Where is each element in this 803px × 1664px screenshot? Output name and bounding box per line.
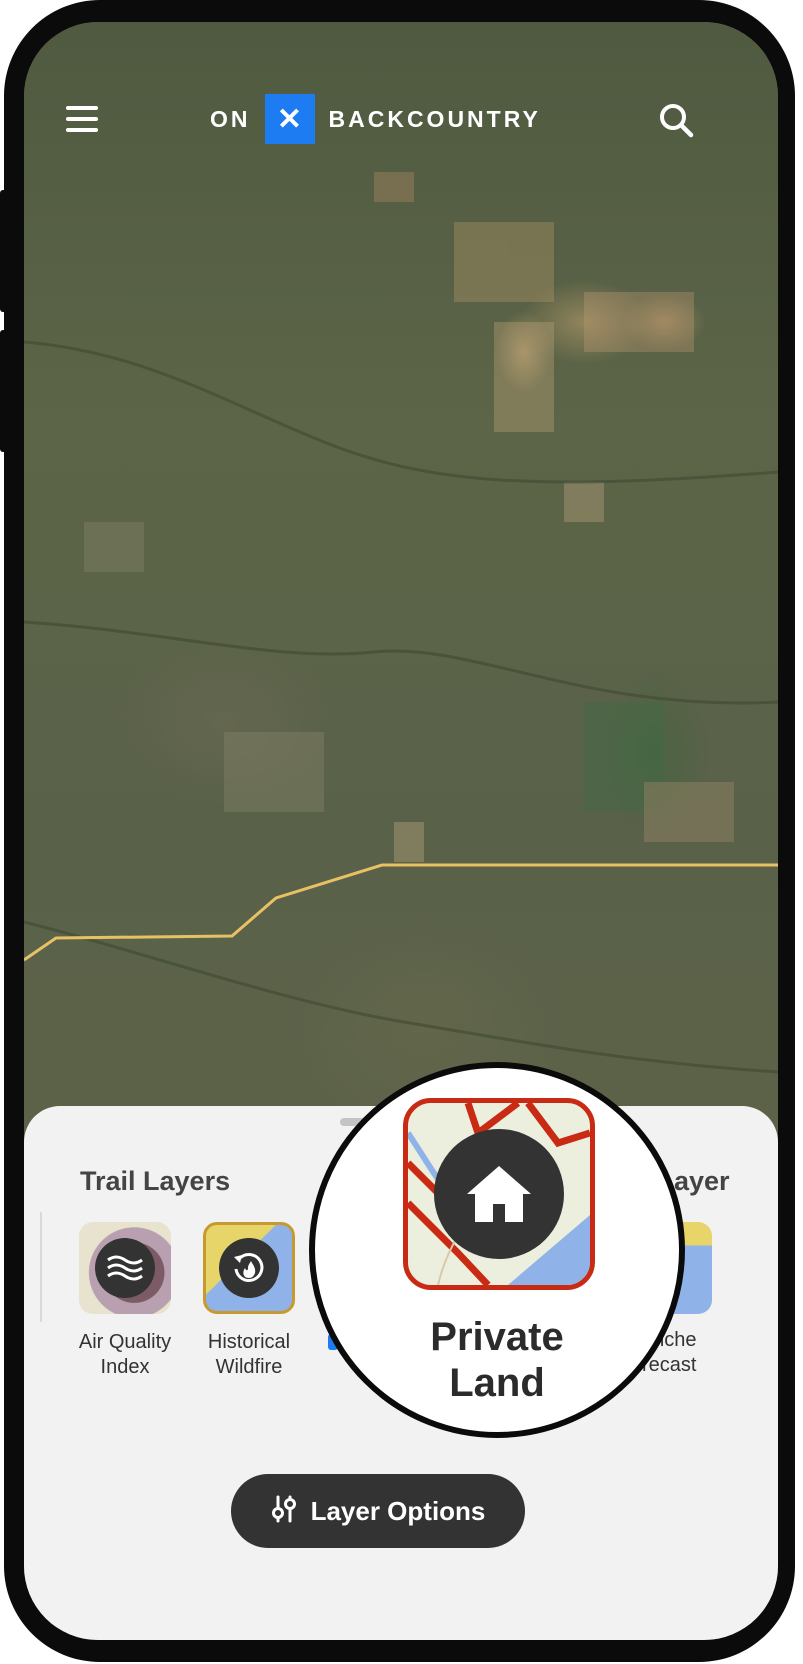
logo-text-on: ON [210,105,251,132]
section-title-trail-layers: Trail Layers [80,1166,231,1196]
home-icon [434,1129,564,1259]
field-patch [454,222,554,302]
section-divider [40,1212,42,1322]
drainage-line [24,340,778,484]
layer-thumbnail [79,1222,171,1314]
field-patch [374,172,414,202]
layer-label: Air Quality Index [78,1331,172,1378]
logo-text-backcountry: BACKCOUNTRY [328,105,541,132]
field-patch [564,482,604,522]
layer-air-quality-index[interactable]: Air Quality Index [55,1222,195,1380]
drainage-line [24,620,778,705]
sliders-icon [271,1495,297,1528]
onx-logo: ON ✕ BACKCOUNTRY [210,94,541,144]
trail-line [24,863,778,962]
field-patch [394,822,424,862]
section-title-partial: ayer [674,1166,730,1196]
hamburger-menu-icon[interactable] [66,106,98,132]
field-patch [494,322,554,432]
fire-history-icon [219,1238,279,1298]
private-land-label-text: Private Land [430,1315,564,1405]
waves-icon [95,1238,155,1298]
layer-thumbnail [203,1222,295,1314]
layer-label: Historical Wildfire [207,1331,291,1378]
logo-x-mark: ✕ [264,94,315,144]
layer-options-label: Layer Options [310,1495,486,1526]
field-patch [224,732,324,812]
side-button-left-2 [0,330,8,452]
layer-options-button[interactable]: Layer Options [231,1474,525,1548]
zoom-callout: Private Land [309,1062,685,1438]
drainage-line [24,920,778,1074]
layer-historical-wildfire[interactable]: Historical Wildfire [179,1222,319,1380]
side-button-left-1 [0,190,8,312]
field-patch [644,782,734,842]
search-icon[interactable] [658,102,694,138]
field-patch [584,292,694,352]
field-patch [84,522,144,572]
private-land-label: Private Land [315,1314,679,1406]
